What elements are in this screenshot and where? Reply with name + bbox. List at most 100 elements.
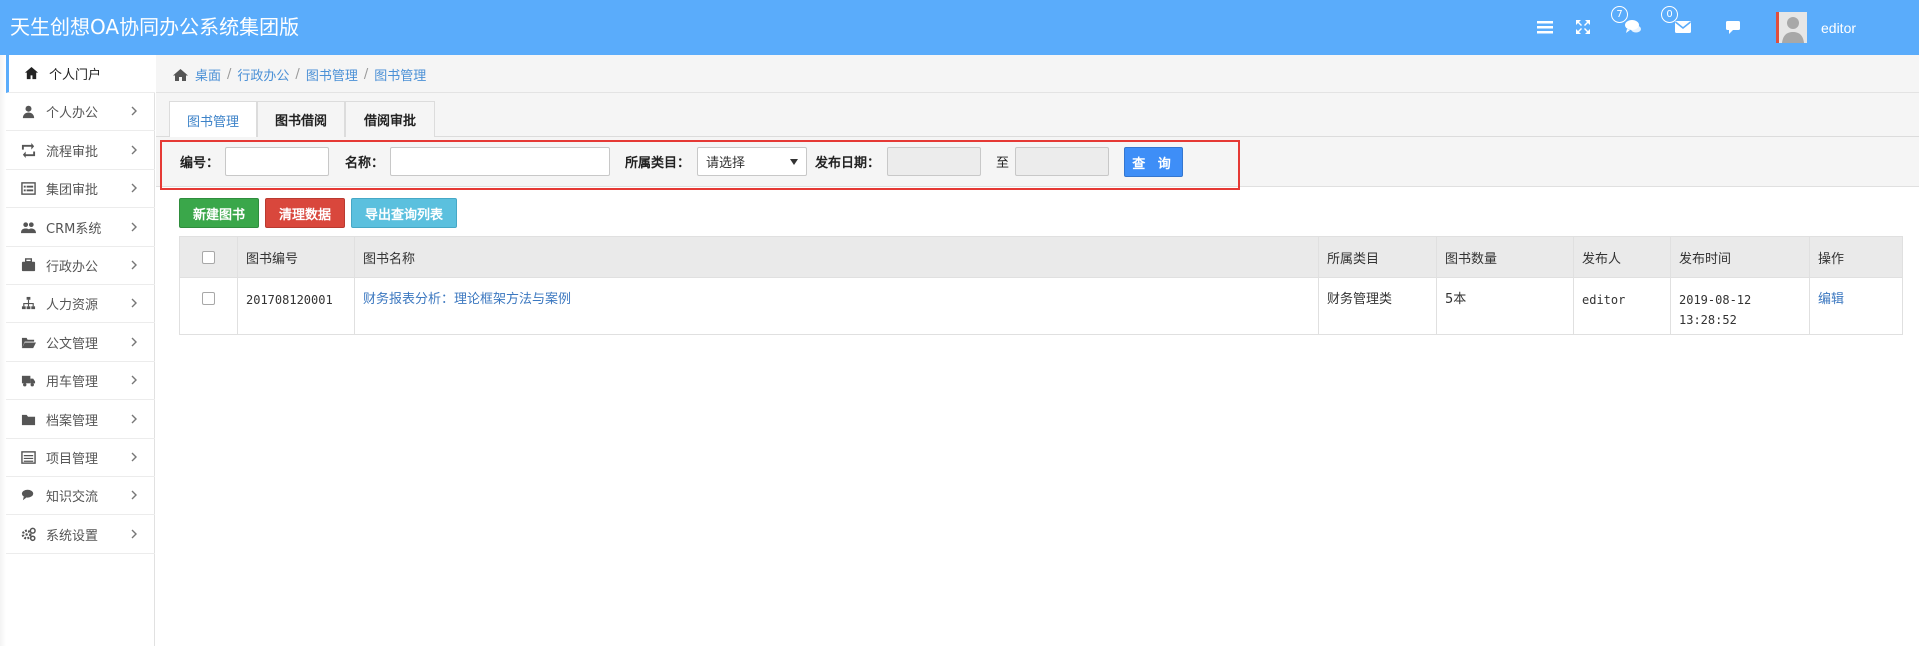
comment-icon[interactable] — [1723, 17, 1743, 37]
home-icon[interactable] — [172, 68, 189, 82]
breadcrumb-item-current[interactable]: 图书管理 — [374, 65, 426, 84]
search-button[interactable]: 查 询 — [1124, 147, 1183, 177]
sidebar-item-13[interactable]: 系统设置 — [6, 516, 155, 554]
breadcrumb: 桌面 / 行政办公 / 图书管理 / 图书管理 — [172, 65, 426, 84]
clear-data-button[interactable]: 清理数据 — [265, 198, 345, 228]
caret-down-icon — [790, 158, 798, 165]
cell-date: 2019-08-12 13:28:52 — [1670, 278, 1809, 334]
row-checkbox[interactable] — [202, 292, 215, 305]
select-all-cell — [180, 237, 237, 277]
breadcrumb-separator: / — [227, 67, 232, 82]
header-action: 操作 — [1809, 237, 1904, 277]
header-date: 发布时间 — [1670, 237, 1809, 277]
sidebar-item-12[interactable]: 知识交流 — [6, 477, 155, 516]
date-range-separator: 至 — [996, 156, 1010, 171]
sidebar-item-4[interactable]: 集团审批 — [6, 170, 155, 209]
sidebar-item-2[interactable]: 个人办公 — [6, 93, 155, 132]
header-code: 图书编号 — [237, 237, 354, 277]
cell-publisher: editor — [1573, 278, 1670, 334]
fullscreen-icon[interactable] — [1573, 17, 1593, 37]
home-icon — [23, 66, 39, 82]
chevron-right-icon — [127, 258, 141, 272]
breadcrumb-separator: / — [295, 67, 300, 82]
user-name[interactable]: editor — [1821, 19, 1856, 37]
sidebar-item-label: 集团审批 — [46, 183, 99, 199]
sidebar-item-11[interactable]: 项目管理 — [6, 439, 155, 477]
sidebar-item-label: 用车管理 — [46, 375, 99, 391]
sidebar-item-label: 流程审批 — [46, 144, 99, 160]
retweet-icon — [20, 142, 36, 158]
table-row: 201708120001 财务报表分析：理论框架方法与案例 财务管理类 5本 e… — [180, 277, 1902, 334]
breadcrumb-bar: 桌面 / 行政办公 / 图书管理 / 图书管理 — [156, 55, 1919, 93]
chat-icon[interactable] — [1623, 17, 1643, 37]
sidebar-item-label: 行政办公 — [46, 260, 99, 275]
tab-book-management[interactable]: 图书管理 — [169, 101, 257, 138]
tabs-bar: 图书管理 图书借阅 借阅审批 — [156, 93, 1919, 138]
sidebar-item-8[interactable]: 公文管理 — [6, 324, 155, 362]
chevron-right-icon — [127, 220, 141, 234]
header-category: 所属类目 — [1318, 237, 1436, 277]
cell-code: 201708120001 — [237, 278, 354, 334]
sidebar-item-label: 项目管理 — [46, 452, 99, 467]
tab-book-borrow[interactable]: 图书借阅 — [257, 101, 345, 137]
category-selected: 请选择 — [706, 156, 746, 171]
chevron-right-icon — [127, 296, 141, 310]
breadcrumb-item-admin[interactable]: 行政办公 — [237, 65, 289, 84]
sidebar-item-5[interactable]: CRM系统 — [6, 209, 155, 247]
row-select-cell — [180, 278, 237, 334]
chevron-right-icon — [127, 335, 141, 349]
menu-toggle-icon[interactable] — [1535, 17, 1555, 37]
header-quantity: 图书数量 — [1436, 237, 1573, 277]
users-icon — [20, 219, 36, 235]
sidebar-item-label: 系统设置 — [46, 528, 99, 544]
mail-icon[interactable] — [1673, 17, 1693, 37]
code-input[interactable] — [225, 147, 329, 176]
breadcrumb-separator: / — [363, 67, 369, 82]
edit-link[interactable]: 编辑 — [1818, 292, 1844, 307]
select-all-checkbox[interactable] — [202, 250, 215, 264]
user-avatar[interactable] — [1776, 12, 1807, 43]
date-to-input[interactable] — [1015, 147, 1109, 176]
code-label: 编号： — [180, 156, 220, 171]
chevron-right-icon — [127, 527, 141, 541]
sidebar-item-3[interactable]: 流程审批 — [6, 132, 155, 170]
sidebar-item-1[interactable]: 个人门户 — [6, 55, 155, 93]
folder-icon — [20, 411, 36, 427]
sidebar-item-7[interactable]: 人力资源 — [6, 285, 155, 324]
cell-date-time: 13:28:52 — [1679, 313, 1737, 327]
comments-icon — [20, 488, 36, 504]
chevron-right-icon — [127, 412, 141, 426]
cell-name: 财务报表分析：理论框架方法与案例 — [354, 278, 1318, 334]
header-name: 图书名称 — [354, 237, 1318, 277]
table-header-row: 图书编号 图书名称 所属类目 图书数量 发布人 发布时间 操作 — [180, 237, 1902, 277]
folder-open-icon — [20, 334, 36, 350]
cell-date-day: 2019-08-12 — [1679, 293, 1752, 307]
chevron-right-icon — [127, 450, 141, 464]
category-select[interactable]: 请选择 — [697, 147, 807, 176]
tab-borrow-approval[interactable]: 借阅审批 — [345, 101, 435, 137]
app-title: 天生创想OA协同办公系统集团版 — [10, 15, 300, 39]
header-publisher: 发布人 — [1573, 237, 1670, 277]
sidebar-item-9[interactable]: 用车管理 — [6, 362, 155, 401]
chevron-right-icon — [127, 143, 141, 157]
briefcase-icon — [20, 258, 36, 274]
list-alt-icon — [20, 181, 36, 197]
chevron-right-icon — [127, 181, 141, 195]
sidebar-item-label: 档案管理 — [46, 413, 99, 429]
date-label: 发布日期： — [815, 156, 881, 171]
date-from-input[interactable] — [887, 147, 981, 176]
name-input[interactable] — [390, 147, 610, 176]
user-icon — [20, 104, 36, 120]
sidebar-item-label: 个人门户 — [49, 68, 102, 83]
name-label: 名称： — [345, 156, 385, 171]
cogs-icon — [20, 526, 36, 542]
sidebar-item-label: 知识交流 — [46, 490, 99, 506]
book-name-link[interactable]: 财务报表分析：理论框架方法与案例 — [363, 292, 571, 307]
breadcrumb-item-desktop[interactable]: 桌面 — [195, 65, 221, 84]
sidebar-item-10[interactable]: 档案管理 — [6, 401, 155, 439]
new-book-button[interactable]: 新建图书 — [179, 198, 259, 228]
sidebar-item-6[interactable]: 行政办公 — [6, 247, 155, 285]
breadcrumb-item-library[interactable]: 图书管理 — [306, 65, 358, 84]
export-list-button[interactable]: 导出查询列表 — [351, 198, 457, 228]
sidebar-item-label: 人力资源 — [46, 298, 99, 314]
